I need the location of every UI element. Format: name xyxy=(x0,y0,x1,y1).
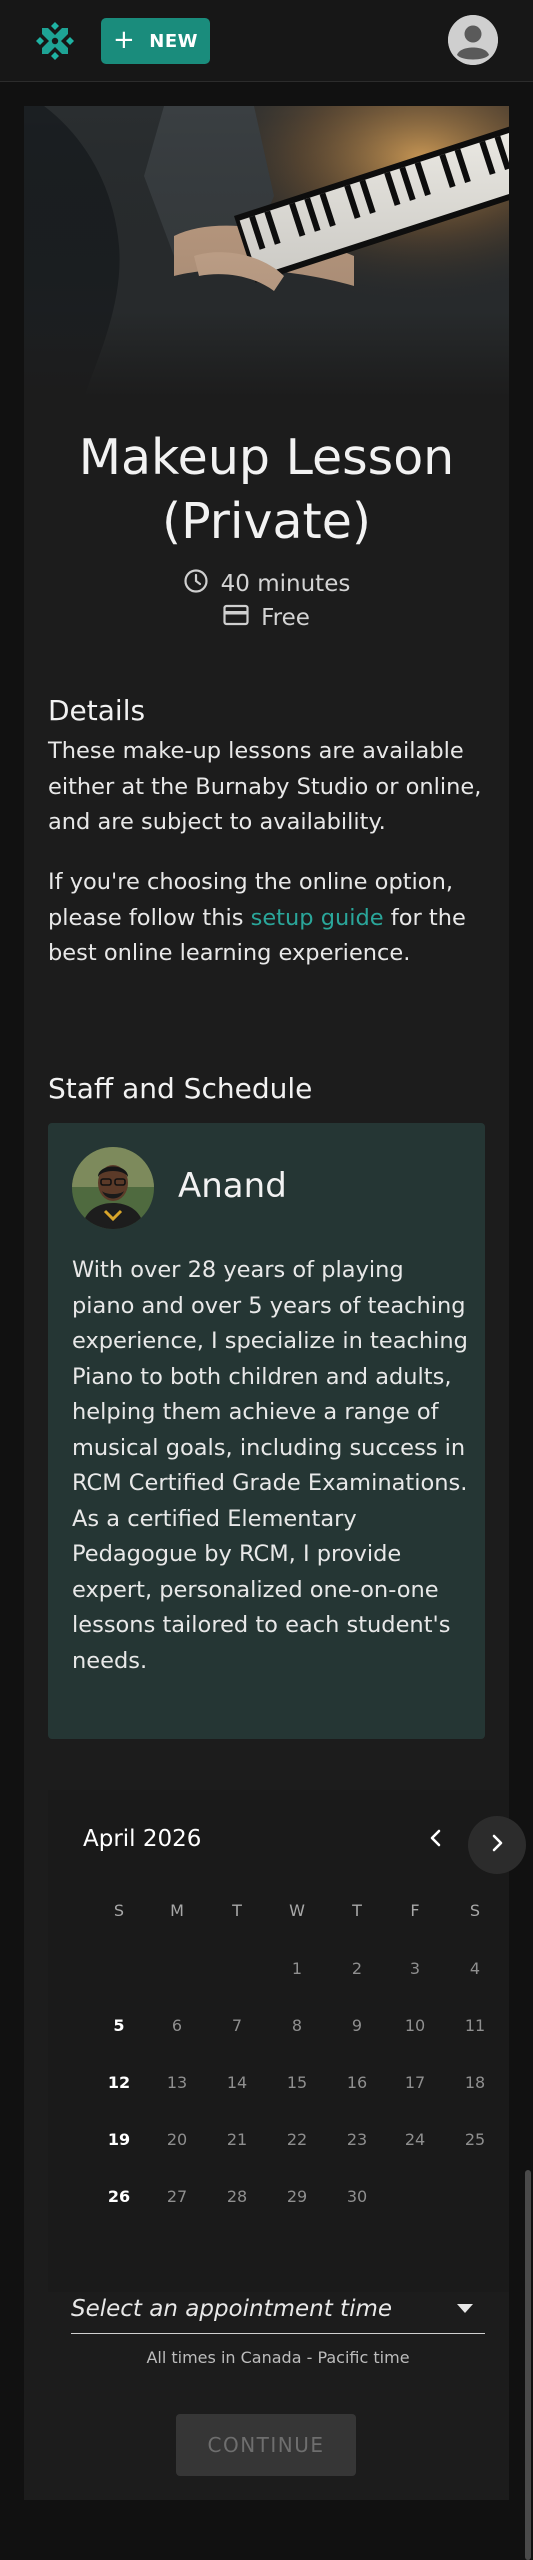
service-title-line2: (Private) xyxy=(161,493,372,550)
staff-schedule-heading: Staff and Schedule xyxy=(48,1072,313,1105)
new-button[interactable]: + NEW xyxy=(101,18,210,64)
top-app-bar: + NEW xyxy=(0,0,533,82)
details-paragraph-1: These make-up lessons are available eith… xyxy=(48,738,482,835)
timezone-note: All times in Canada - Pacific time xyxy=(146,2348,410,2367)
calendar-day[interactable]: 12 xyxy=(101,2064,137,2100)
calendar-day[interactable]: 14 xyxy=(219,2064,255,2100)
next-month-button[interactable] xyxy=(468,1816,526,1874)
clock-icon xyxy=(183,568,209,600)
calendar-day[interactable]: 11 xyxy=(457,2007,493,2043)
weekday-header: F xyxy=(410,1900,420,1920)
chevron-right-icon xyxy=(488,1834,506,1856)
staff-bio: With over 28 years of playing piano and … xyxy=(72,1257,468,1674)
calendar-day[interactable]: 20 xyxy=(159,2121,195,2157)
service-title: Makeup Lesson (Private) xyxy=(24,426,509,554)
calendar-day[interactable]: 26 xyxy=(101,2178,137,2214)
calendar-day[interactable]: 4 xyxy=(457,1950,493,1986)
calendar-day[interactable]: 10 xyxy=(397,2007,433,2043)
calendar-day[interactable]: 28 xyxy=(219,2178,255,2214)
date-picker: April 2026 S M T W T F S 1 2 3 4 5 6 7 8 9 10 11 12 13 14 15 1… xyxy=(48,1790,533,2292)
calendar-day[interactable]: 17 xyxy=(397,2064,433,2100)
calendar-panel: April 2026 S M T W T F S 1 2 3 4 5 6 7 8 9 10 11 12 13 14 15 1… xyxy=(48,1790,509,2292)
service-title-line1: Makeup Lesson xyxy=(78,429,455,486)
calendar-day[interactable]: 30 xyxy=(339,2178,375,2214)
calendar-day[interactable]: 22 xyxy=(279,2121,315,2157)
details-heading: Details xyxy=(48,694,146,727)
calendar-day[interactable]: 3 xyxy=(397,1950,433,1986)
calendar-day[interactable]: 19 xyxy=(101,2121,137,2157)
calendar-day[interactable]: 5 xyxy=(101,2007,137,2043)
calendar-day[interactable]: 9 xyxy=(339,2007,375,2043)
calendar-day[interactable]: 7 xyxy=(219,2007,255,2043)
calendar-day[interactable]: 24 xyxy=(397,2121,433,2157)
calendar-day[interactable]: 25 xyxy=(457,2121,493,2157)
plus-icon: + xyxy=(112,24,136,55)
calendar-day[interactable]: 18 xyxy=(457,2064,493,2100)
price-row: Free xyxy=(24,604,509,632)
calendar-day[interactable]: 15 xyxy=(279,2064,315,2100)
brand-logo-icon[interactable] xyxy=(32,18,78,64)
service-card: Makeup Lesson (Private) 40 minutes Free … xyxy=(24,106,526,2500)
caret-down-icon xyxy=(457,2304,473,2313)
setup-guide-link[interactable]: setup guide xyxy=(251,905,384,931)
chevron-left-icon xyxy=(427,1829,445,1851)
credit-card-icon xyxy=(223,604,249,632)
calendar-day[interactable]: 1 xyxy=(279,1950,315,1986)
calendar-day[interactable]: 16 xyxy=(339,2064,375,2100)
calendar-day[interactable]: 21 xyxy=(219,2121,255,2157)
appointment-time-select[interactable]: Select an appointment time xyxy=(71,2284,485,2334)
account-avatar-icon[interactable] xyxy=(448,15,498,65)
appointment-time-placeholder: Select an appointment time xyxy=(71,2295,393,2322)
weekday-header: T xyxy=(352,1900,362,1920)
staff-card: Anand With over 28 years of playing pian… xyxy=(48,1123,485,1739)
staff-name: Anand xyxy=(178,1166,287,1206)
weekday-header: S xyxy=(113,1900,125,1920)
calendar-day[interactable]: 6 xyxy=(159,2007,195,2043)
duration-row: 40 minutes xyxy=(24,568,509,600)
weekday-header: S xyxy=(469,1900,481,1920)
calendar-month-label: April 2026 xyxy=(83,1826,202,1852)
calendar-day[interactable]: 27 xyxy=(159,2178,195,2214)
calendar-day[interactable]: 29 xyxy=(279,2178,315,2214)
weekday-header: T xyxy=(232,1900,242,1920)
duration-text: 40 minutes xyxy=(220,571,351,597)
continue-button[interactable]: CONTINUE xyxy=(176,2414,356,2476)
weekday-header: M xyxy=(170,1900,184,1920)
calendar-day[interactable]: 2 xyxy=(339,1950,375,1986)
calendar-day[interactable]: 13 xyxy=(159,2064,195,2100)
weekday-header: W xyxy=(289,1900,305,1920)
hero-image-piano xyxy=(24,106,509,398)
previous-month-button[interactable] xyxy=(412,1816,460,1864)
new-button-label: NEW xyxy=(149,30,198,52)
details-paragraph-2: If you're choosing the online option, pl… xyxy=(48,865,488,972)
scrollbar-thumb[interactable] xyxy=(525,2170,531,2560)
calendar-day[interactable]: 8 xyxy=(279,2007,315,2043)
staff-avatar xyxy=(72,1147,154,1229)
calendar-day[interactable]: 23 xyxy=(339,2121,375,2157)
price-text: Free xyxy=(261,605,310,631)
